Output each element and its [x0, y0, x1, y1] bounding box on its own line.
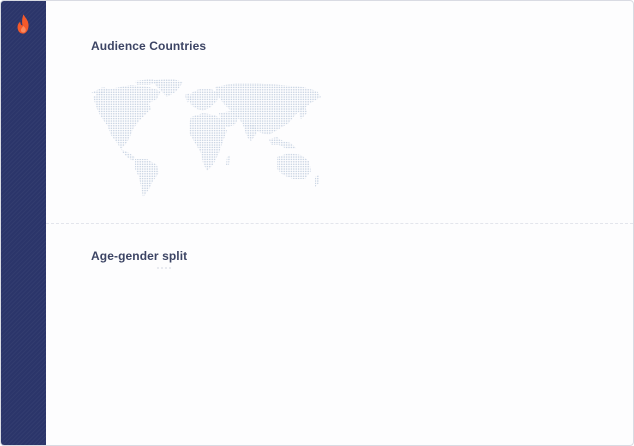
- flame-icon[interactable]: [14, 13, 33, 35]
- age-gender-title: Age-gender split: [91, 249, 188, 263]
- section-divider: [46, 223, 633, 224]
- chart-placeholder: [157, 267, 171, 269]
- world-map: [91, 79, 321, 197]
- main-content: Audience Countries Age-gender split: [46, 1, 633, 445]
- audience-countries-title: Audience Countries: [91, 39, 207, 53]
- sidebar: [1, 1, 46, 445]
- app-window: Audience Countries Age-gender split: [0, 0, 634, 446]
